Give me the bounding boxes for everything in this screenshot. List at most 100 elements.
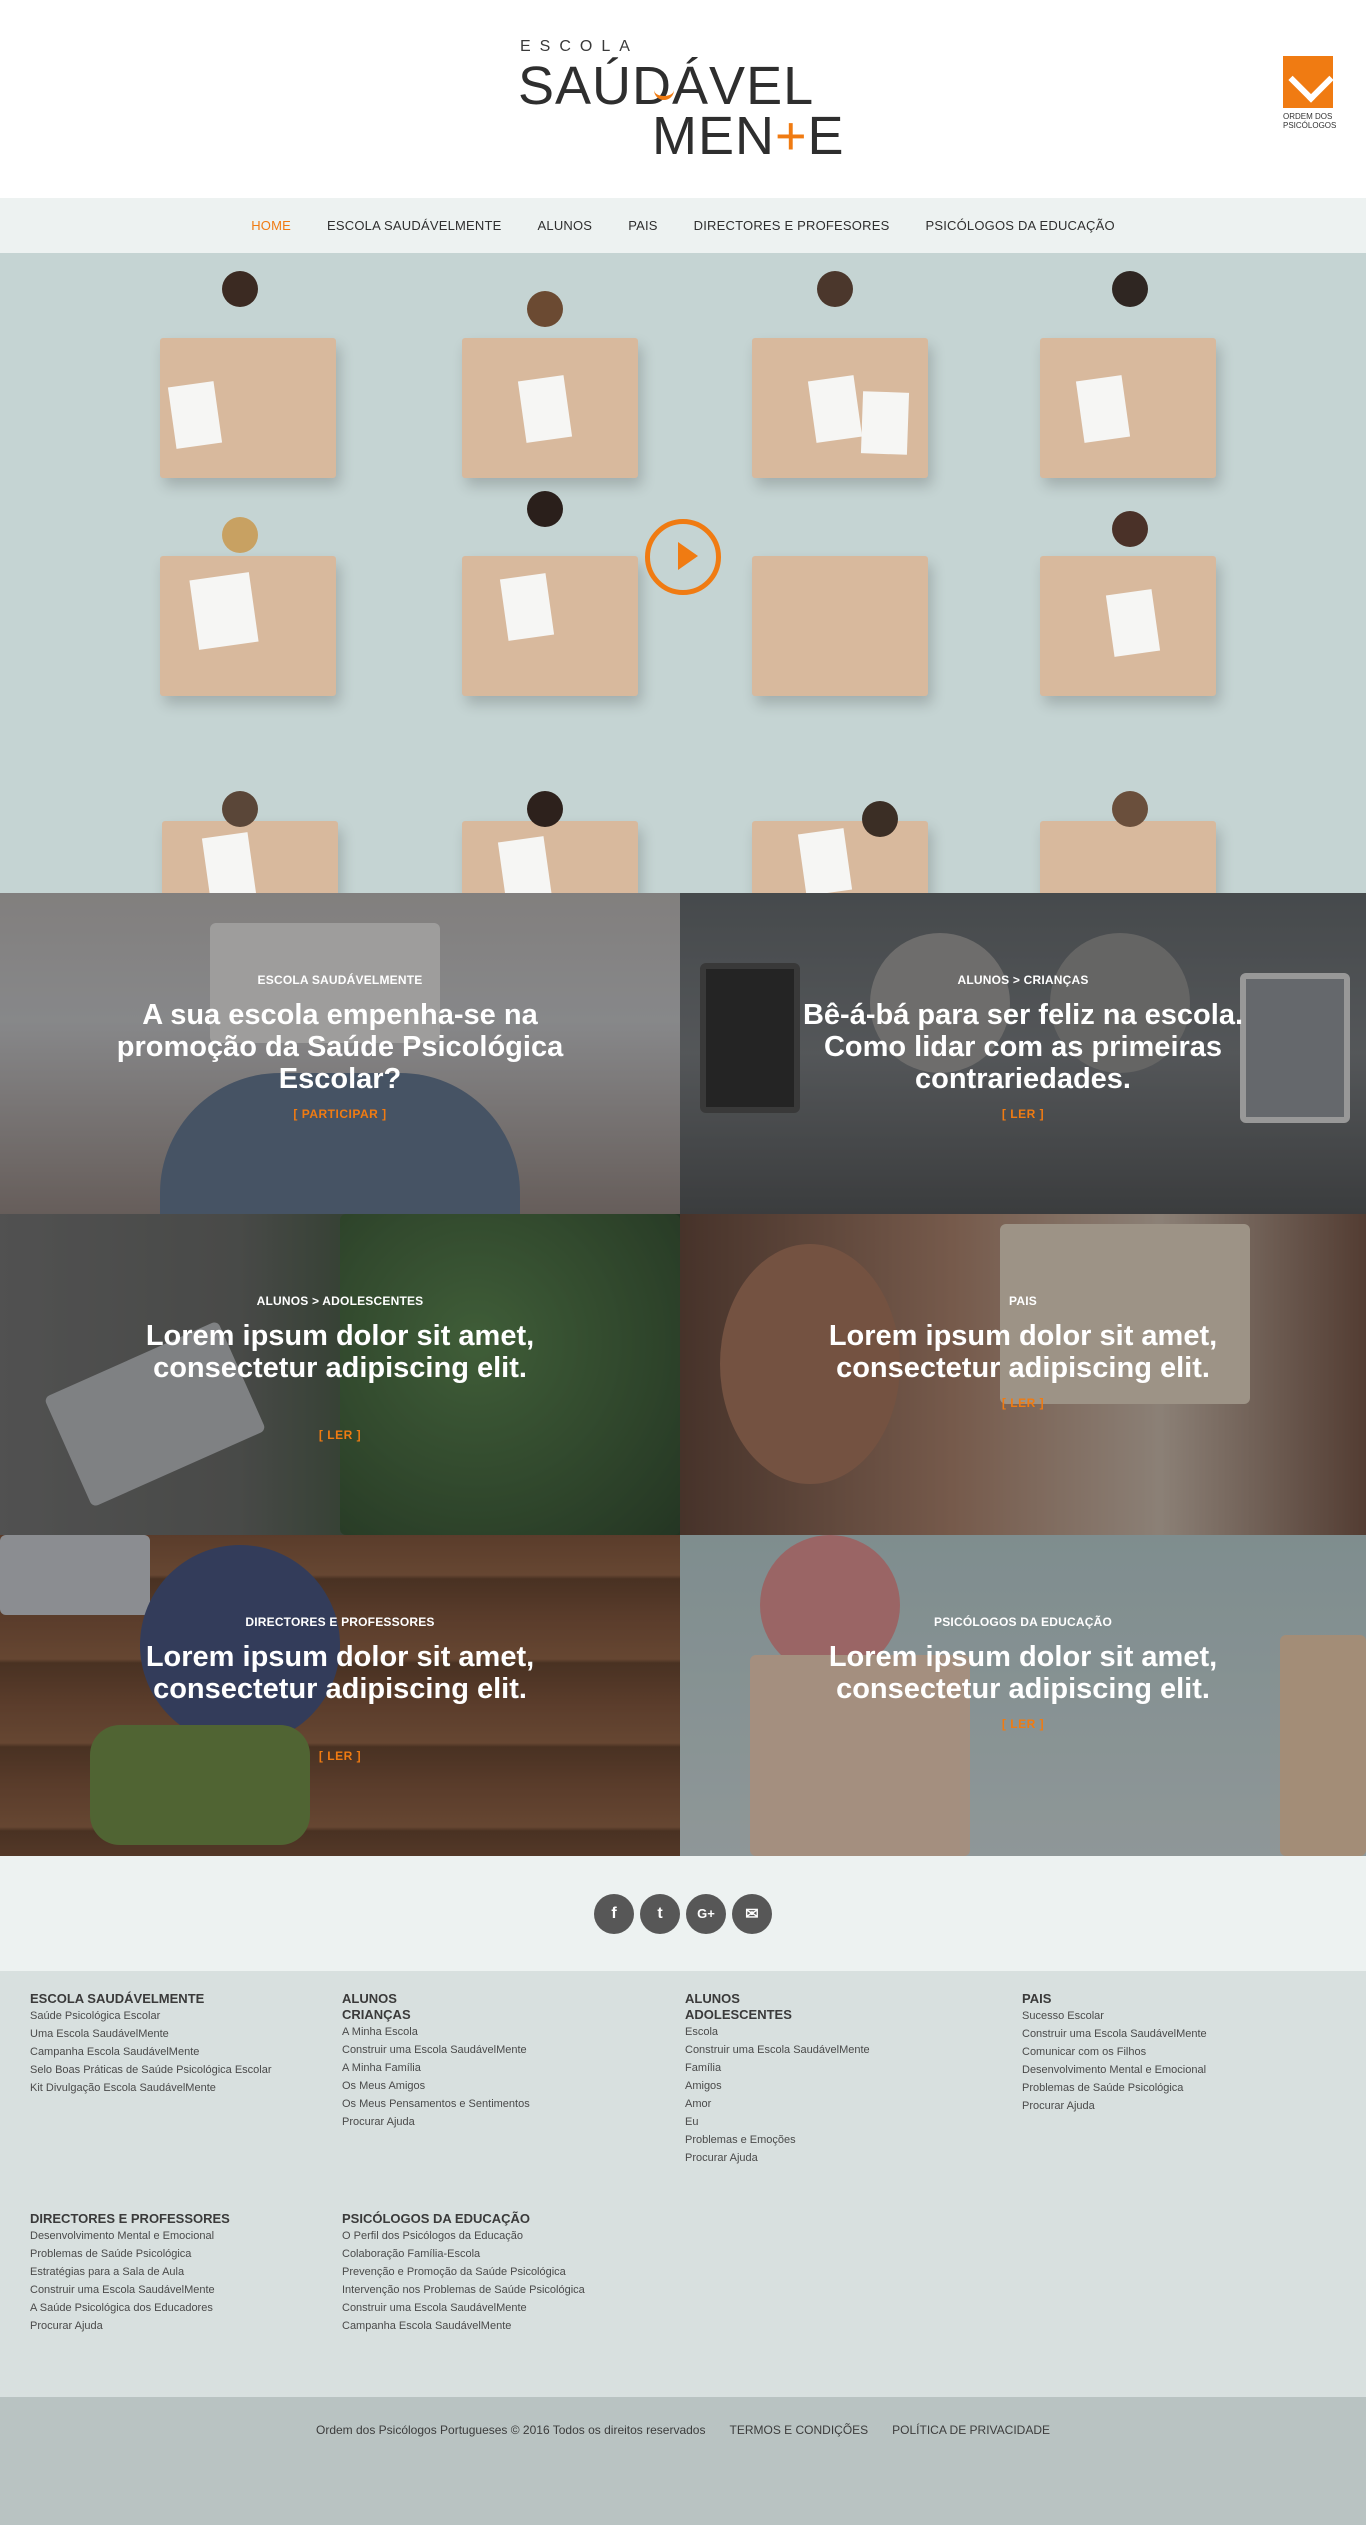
desk bbox=[160, 338, 336, 478]
ordem-psicologos-logo[interactable]: ORDEM DOS PSICÓLOGOS bbox=[1283, 56, 1339, 142]
footer-link[interactable]: Amigos bbox=[685, 2077, 870, 2095]
nav-item-pais[interactable]: PAIS bbox=[628, 218, 657, 233]
feature-tile[interactable]: DIRECTORES E PROFESSORES Lorem ipsum dol… bbox=[0, 1535, 680, 1856]
footer-link[interactable]: Kit Divulgação Escola SaudávelMente bbox=[30, 2079, 272, 2097]
footer-link[interactable]: O Perfil dos Psicólogos da Educação bbox=[342, 2227, 585, 2245]
email-icon[interactable]: ✉ bbox=[732, 1893, 772, 1934]
student bbox=[505, 473, 585, 553]
student bbox=[795, 253, 875, 333]
footer-link[interactable]: Prevenção e Promoção da Saúde Psicológic… bbox=[342, 2263, 585, 2281]
feature-tile[interactable]: ESCOLA SAUDÁVELMENTE A sua escola empenh… bbox=[0, 893, 680, 1214]
footer-link[interactable]: Família bbox=[685, 2059, 870, 2077]
footer-link[interactable]: Selo Boas Práticas de Saúde Psicológica … bbox=[30, 2061, 272, 2079]
footer-link[interactable]: Campanha Escola SaudávelMente bbox=[342, 2317, 585, 2335]
feature-tile[interactable]: ALUNOS > CRIANÇAS Bê-á-bá para ser feliz… bbox=[680, 893, 1366, 1214]
desk bbox=[462, 556, 638, 696]
footer-link[interactable]: Construir uma Escola SaudávelMente bbox=[342, 2041, 530, 2059]
footer-link[interactable]: Construir uma Escola SaudávelMente bbox=[685, 2041, 870, 2059]
footer-col-pais: PAIS Sucesso Escolar Construir uma Escol… bbox=[1022, 1991, 1207, 2115]
footer-link[interactable]: Procurar Ajuda bbox=[342, 2113, 530, 2131]
site-header: ESCOLA SAÚDÁVEL MEN+E ORDEM DOS PSICÓLOG… bbox=[0, 0, 1366, 198]
footer-heading: DIRECTORES E PROFESSORES bbox=[30, 2211, 230, 2226]
footer-link[interactable]: A Minha Família bbox=[342, 2059, 530, 2077]
desk bbox=[1040, 338, 1216, 478]
footer-link[interactable]: Problemas de Saúde Psicológica bbox=[1022, 2079, 1207, 2097]
footer-link[interactable]: Estratégias para a Sala de Aula bbox=[30, 2263, 230, 2281]
footer-link[interactable]: Intervenção nos Problemas de Saúde Psico… bbox=[342, 2281, 585, 2299]
nav-item-directores-professores[interactable]: DIRECTORES E PROFESORES bbox=[694, 218, 890, 233]
footer-link[interactable]: Os Meus Pensamentos e Sentimentos bbox=[342, 2095, 530, 2113]
footer-link[interactable]: Campanha Escola SaudávelMente bbox=[30, 2043, 272, 2061]
footer-link[interactable]: Os Meus Amigos bbox=[342, 2077, 530, 2095]
student bbox=[505, 773, 585, 853]
tile-title: Lorem ipsum dolor sit amet, consectetur … bbox=[145, 1641, 535, 1705]
tile-participar-link[interactable]: [ PARTICIPAR ] bbox=[0, 1107, 680, 1121]
logo-escola-text: ESCOLA bbox=[520, 38, 639, 55]
tile-category: ESCOLA SAUDÁVELMENTE bbox=[257, 973, 423, 987]
footer-links: ESCOLA SAUDÁVELMENTE Saúde Psicológica E… bbox=[0, 1971, 1366, 2397]
privacy-link[interactable]: POLÍTICA DE PRIVACIDADE bbox=[892, 2423, 1050, 2437]
hero-video-banner bbox=[0, 253, 1366, 893]
escola-saudavelmente-logo[interactable]: ESCOLA SAÚDÁVEL MEN+E bbox=[518, 36, 848, 164]
nav-item-psicologos-educacao[interactable]: PSICÓLOGOS DA EDUCAÇÃO bbox=[925, 218, 1114, 233]
terms-link[interactable]: TERMOS E CONDIÇÕES bbox=[729, 2423, 868, 2437]
tile-ler-link[interactable]: [ LER ] bbox=[0, 1749, 680, 1763]
tile-title: A sua escola empenha-se na promoção da S… bbox=[116, 999, 564, 1095]
footer-col-directores: DIRECTORES E PROFESSORES Desenvolvimento… bbox=[30, 2211, 230, 2335]
nav-item-alunos[interactable]: ALUNOS bbox=[538, 218, 593, 233]
tile-category: ALUNOS > CRIANÇAS bbox=[957, 973, 1089, 987]
footer-link[interactable]: Escola bbox=[685, 2023, 870, 2041]
footer-link[interactable]: Problemas de Saúde Psicológica bbox=[30, 2245, 230, 2263]
footer-heading: PAIS bbox=[1022, 1991, 1052, 2006]
footer-link[interactable]: Procurar Ajuda bbox=[685, 2149, 870, 2167]
footer-col-alunos-adolescentes: ALUNOS ADOLESCENTES Escola Construir uma… bbox=[685, 1991, 870, 2167]
footer-heading: ESCOLA SAUDÁVELMENTE bbox=[30, 1991, 205, 2006]
footer-link[interactable]: Construir uma Escola SaudávelMente bbox=[342, 2299, 585, 2317]
nav-item-home[interactable]: HOME bbox=[251, 218, 291, 233]
facebook-icon[interactable]: f bbox=[594, 1893, 634, 1934]
footer-link[interactable]: Procurar Ajuda bbox=[1022, 2097, 1207, 2115]
legal-bar: Ordem dos Psicólogos Portugueses © 2016 … bbox=[0, 2397, 1366, 2525]
footer-link[interactable]: Colaboração Família-Escola bbox=[342, 2245, 585, 2263]
footer-col-psicologos: PSICÓLOGOS DA EDUCAÇÃO O Perfil dos Psic… bbox=[342, 2211, 585, 2335]
tile-ler-link[interactable]: [ LER ] bbox=[680, 1717, 1366, 1731]
footer-link[interactable]: Comunicar com os Filhos bbox=[1022, 2043, 1207, 2061]
footer-link[interactable]: Amor bbox=[685, 2095, 870, 2113]
tile-ler-link[interactable]: [ LER ] bbox=[680, 1396, 1366, 1410]
footer-link[interactable]: Procurar Ajuda bbox=[30, 2317, 230, 2335]
footer-link[interactable]: Uma Escola SaudávelMente bbox=[30, 2025, 272, 2043]
feature-tile[interactable]: PSICÓLOGOS DA EDUCAÇÃO Lorem ipsum dolor… bbox=[680, 1535, 1366, 1856]
student bbox=[200, 499, 280, 579]
footer-link[interactable]: Desenvolvimento Mental e Emocional bbox=[30, 2227, 230, 2245]
play-video-button[interactable] bbox=[645, 519, 721, 595]
tile-title: Bê-á-bá para ser feliz na escola. Como l… bbox=[802, 999, 1244, 1095]
footer-link[interactable]: Construir uma Escola SaudávelMente bbox=[30, 2281, 230, 2299]
footer-link[interactable]: Problemas e Emoções bbox=[685, 2131, 870, 2149]
tile-title: Lorem ipsum dolor sit amet, consectetur … bbox=[145, 1320, 535, 1384]
tile-ler-link[interactable]: [ LER ] bbox=[0, 1428, 680, 1442]
twitter-icon[interactable]: t bbox=[640, 1893, 680, 1934]
desk bbox=[1040, 556, 1216, 696]
student bbox=[1090, 493, 1170, 573]
footer-link[interactable]: Saúde Psicológica Escolar bbox=[30, 2007, 272, 2025]
feature-tiles: ESCOLA SAUDÁVELMENTE A sua escola empenh… bbox=[0, 893, 1366, 1856]
google-plus-icon[interactable]: G+ bbox=[686, 1893, 726, 1934]
footer-link[interactable]: A Minha Escola bbox=[342, 2023, 530, 2041]
feature-tile[interactable]: ALUNOS > ADOLESCENTES Lorem ipsum dolor … bbox=[0, 1214, 680, 1535]
feature-tile[interactable]: PAIS Lorem ipsum dolor sit amet, consect… bbox=[680, 1214, 1366, 1535]
tile-category: ALUNOS > ADOLESCENTES bbox=[256, 1294, 424, 1308]
tile-category: DIRECTORES E PROFESSORES bbox=[245, 1615, 435, 1629]
tile-ler-link[interactable]: [ LER ] bbox=[680, 1107, 1366, 1121]
footer-link[interactable]: A Saúde Psicológica dos Educadores bbox=[30, 2299, 230, 2317]
footer-link[interactable]: Eu bbox=[685, 2113, 870, 2131]
footer-link[interactable]: Sucesso Escolar bbox=[1022, 2007, 1207, 2025]
footer-subheading: ADOLESCENTES bbox=[685, 2007, 792, 2022]
footer-link[interactable]: Desenvolvimento Mental e Emocional bbox=[1022, 2061, 1207, 2079]
ordem-psicologos-label: ORDEM DOS PSICÓLOGOS bbox=[1283, 112, 1337, 130]
main-nav: HOME ESCOLA SAUDÁVELMENTE ALUNOS PAIS DI… bbox=[0, 198, 1366, 253]
ordem-psicologos-mark-icon bbox=[1283, 56, 1333, 108]
footer-link[interactable]: Construir uma Escola SaudávelMente bbox=[1022, 2025, 1207, 2043]
nav-item-escola-saudavelmente[interactable]: ESCOLA SAUDÁVELMENTE bbox=[327, 218, 502, 233]
footer-col-alunos-criancas: ALUNOS CRIANÇAS A Minha Escola Construir… bbox=[342, 1991, 530, 2131]
student bbox=[840, 783, 920, 863]
